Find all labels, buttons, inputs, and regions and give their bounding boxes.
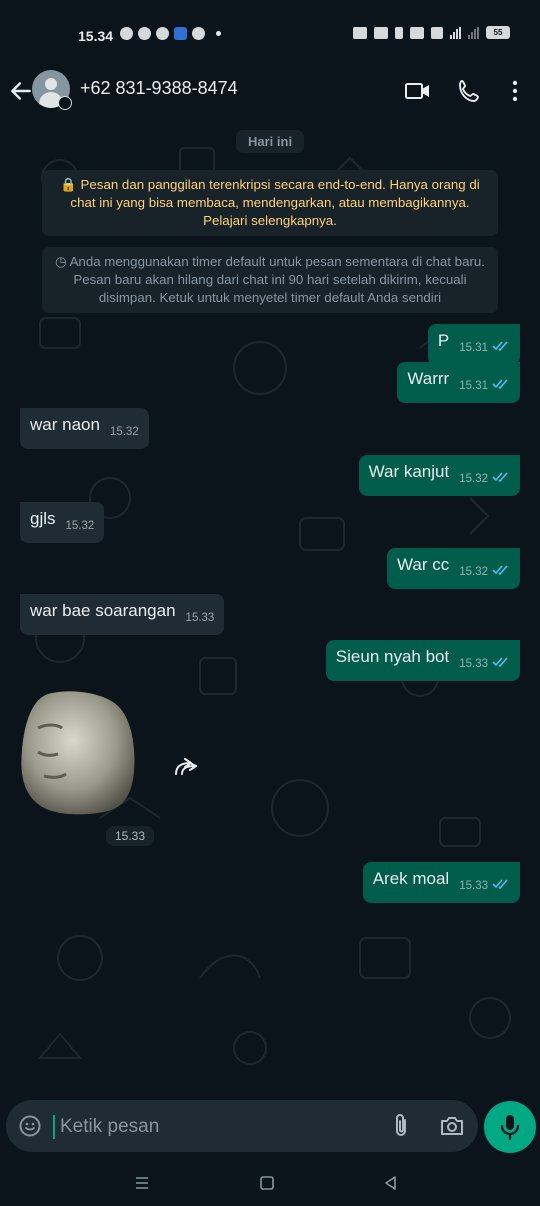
back-arrow-icon[interactable] <box>8 78 34 104</box>
message-time: 15.32 <box>65 520 95 532</box>
message-in[interactable]: gjls 15.32 <box>20 502 105 543</box>
message-out[interactable]: P 15.31 <box>427 324 520 365</box>
message-time: 15.31 <box>459 342 488 354</box>
sticker-time: 15.33 <box>106 826 155 846</box>
camera-icon[interactable] <box>438 1112 466 1140</box>
message-text: Warrr <box>407 369 450 388</box>
status-bar: 15.34 55 <box>0 0 540 66</box>
message-text: gjls <box>30 509 56 528</box>
bluetooth-icon <box>395 26 403 39</box>
disappearing-messages-notice[interactable]: ◷ Anda menggunakan timer default untuk p… <box>42 247 498 313</box>
text-cursor <box>53 1115 55 1139</box>
facebook-icon <box>192 27 205 40</box>
disappearing-timer-icon <box>58 96 72 110</box>
message-time: 15.33 <box>459 880 488 892</box>
read-ticks-icon <box>492 379 508 389</box>
nfc-icon <box>353 26 367 39</box>
message-out[interactable]: War kanjut 15.32 <box>358 455 520 496</box>
read-ticks-icon <box>492 879 508 889</box>
attach-icon[interactable] <box>388 1112 414 1140</box>
message-text: War kanjut <box>368 462 450 481</box>
read-ticks-icon <box>492 657 508 667</box>
message-time: 15.33 <box>459 658 488 670</box>
read-ticks-icon <box>492 341 508 351</box>
date-chip: Hari ini <box>236 130 305 153</box>
message-composer <box>0 1090 540 1160</box>
volte-icon <box>431 26 443 39</box>
system-icons: 55 <box>353 26 510 39</box>
message-time: 15.33 <box>185 612 215 624</box>
message-time: 15.32 <box>459 473 488 485</box>
microphone-icon <box>500 1115 520 1141</box>
app-notification-icon <box>174 27 187 40</box>
message-text: Arek moal <box>372 869 450 888</box>
wifi-icon <box>410 26 424 39</box>
video-call-icon[interactable] <box>403 76 433 106</box>
read-ticks-icon <box>492 565 508 575</box>
whatsapp-icon <box>156 27 169 40</box>
voice-call-icon[interactable] <box>455 76 485 106</box>
battery-icon: 55 <box>486 26 510 39</box>
message-out[interactable]: War cc 15.32 <box>386 548 520 589</box>
telegram-icon <box>138 27 151 40</box>
chat-area[interactable]: Hari ini 🔒 Pesan dan panggilan terenkrip… <box>0 118 540 1090</box>
message-text: war bae soarangan <box>30 601 176 620</box>
snapchat-icon <box>120 27 133 40</box>
encryption-notice[interactable]: 🔒 Pesan dan panggilan terenkripsi secara… <box>42 170 498 236</box>
system-navigation-bar <box>0 1160 540 1206</box>
message-out[interactable]: Warrr 15.31 <box>397 362 520 403</box>
chat-header: +62 831-9388-8474 <box>0 66 540 118</box>
mute-icon <box>374 26 388 39</box>
message-time: 15.32 <box>109 426 139 438</box>
notification-icons <box>120 27 221 40</box>
more-options-icon[interactable] <box>500 76 530 106</box>
contact-name[interactable]: +62 831-9388-8474 <box>80 78 238 99</box>
message-text: P <box>437 331 450 350</box>
message-time: 15.32 <box>459 566 488 578</box>
status-time: 15.34 <box>78 28 114 44</box>
more-notifications-icon <box>216 31 221 36</box>
message-input[interactable] <box>58 1112 362 1142</box>
message-text: Sieun nyah bot <box>335 647 450 666</box>
signal-2-icon <box>468 26 479 39</box>
home-icon[interactable] <box>256 1172 278 1194</box>
recents-icon[interactable] <box>131 1172 153 1194</box>
forward-icon[interactable] <box>172 756 200 778</box>
back-nav-icon[interactable] <box>380 1172 402 1194</box>
emoji-icon[interactable] <box>18 1114 42 1138</box>
microphone-button[interactable] <box>484 1101 536 1153</box>
message-out[interactable]: Arek moal 15.33 <box>362 862 520 903</box>
message-text: War cc <box>396 555 450 574</box>
message-in[interactable]: war naon 15.32 <box>20 408 149 449</box>
message-out[interactable]: Sieun nyah bot 15.33 <box>325 640 520 681</box>
message-time: 15.31 <box>459 380 488 392</box>
message-text: war naon <box>30 415 100 434</box>
message-field <box>6 1100 478 1152</box>
read-ticks-icon <box>492 472 508 482</box>
sticker-image[interactable] <box>18 688 138 816</box>
message-in[interactable]: war bae soarangan 15.33 <box>20 594 225 635</box>
signal-icon <box>450 26 461 39</box>
